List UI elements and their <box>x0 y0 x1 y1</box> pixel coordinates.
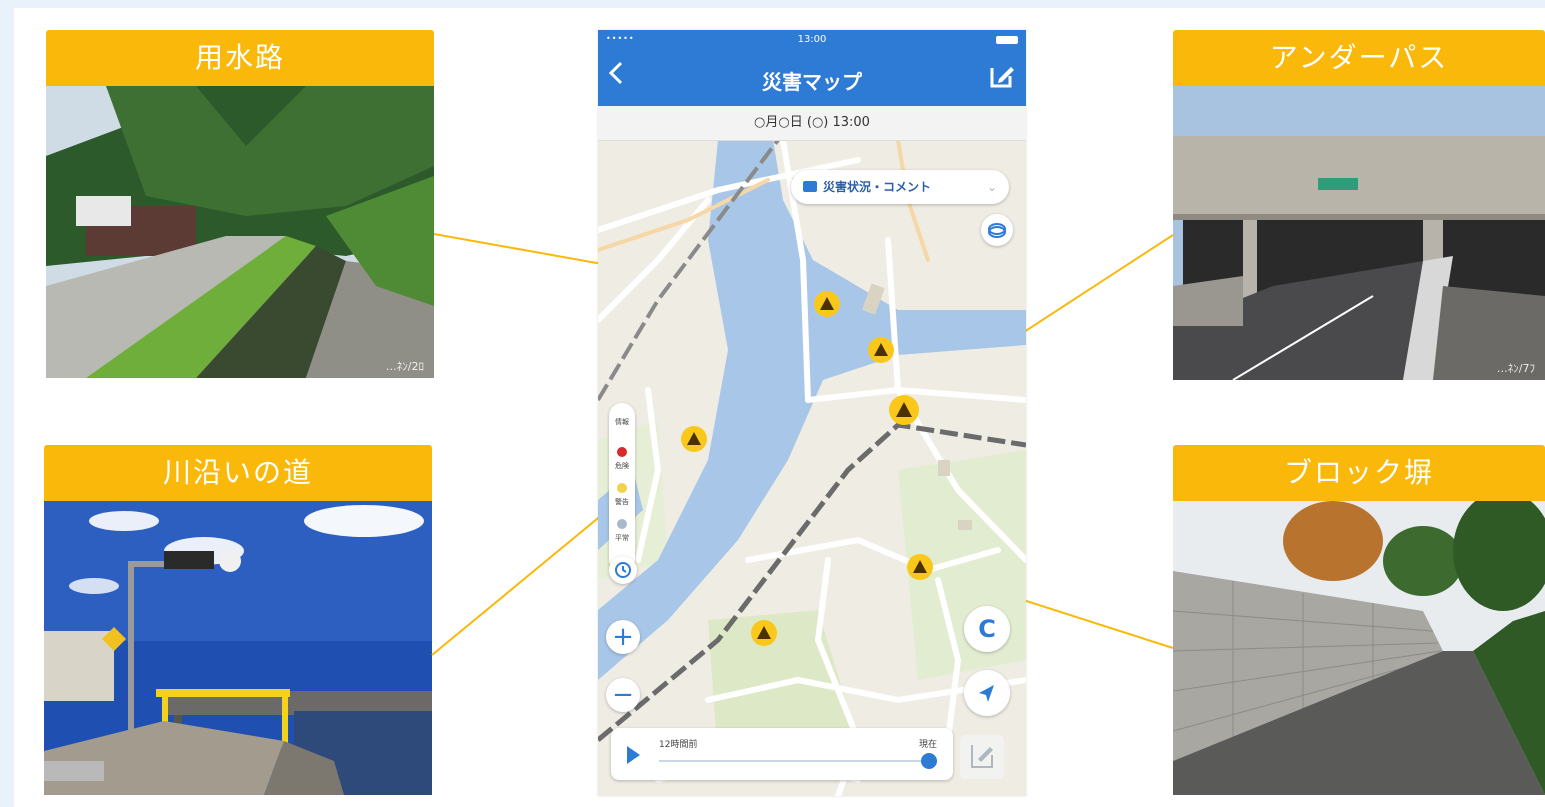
timeline-track[interactable] <box>659 760 929 762</box>
date-time-bar: ○月○日 (○) 13:00 <box>598 106 1026 141</box>
hazard-marker-6[interactable] <box>751 620 777 646</box>
clock-icon <box>615 562 631 578</box>
layers-icon <box>988 223 1006 238</box>
nav-bar: 災害マップ <box>598 50 1026 106</box>
battery-icon <box>996 36 1018 44</box>
legend-header: 情報 <box>615 418 629 426</box>
hazard-marker-underpass[interactable] <box>889 395 919 425</box>
layers-button[interactable] <box>981 214 1013 246</box>
refresh-icon: C <box>978 615 996 643</box>
layer-selector-label: 災害状況・コメント <box>823 180 932 194</box>
comment-icon <box>803 181 817 192</box>
edit-icon <box>990 67 1014 88</box>
risk-legend: 情報 危険 警告 平常 <box>609 403 635 573</box>
refresh-button[interactable]: C <box>964 606 1010 652</box>
plus-icon: + <box>612 622 634 652</box>
timeline-start-label: 12時間前 <box>659 740 698 750</box>
status-bar: ••••• 13:00 <box>598 30 1026 50</box>
nav-title: 災害マップ <box>762 70 862 94</box>
legend-label-warning: 警告 <box>615 498 629 506</box>
chevron-down-icon: ⌄ <box>986 180 997 194</box>
layer-selector-dropdown[interactable]: 災害状況・コメント ⌄ <box>791 170 1009 204</box>
legend-dot-warning <box>617 483 627 493</box>
play-icon[interactable] <box>627 746 640 764</box>
legend-dot-danger <box>617 447 627 457</box>
report-button[interactable] <box>960 735 1004 779</box>
status-time: 13:00 <box>797 34 827 45</box>
phone-disaster-map-app: ••••• 13:00 災害マップ ○月○日 (○) 13:00 災害状況・コメ… <box>598 30 1026 796</box>
history-button[interactable] <box>609 556 637 584</box>
legend-label-normal: 平常 <box>615 534 629 542</box>
zoom-in-button[interactable]: + <box>606 620 640 654</box>
hazard-marker-2[interactable] <box>868 337 894 363</box>
timeline-end-label: 現在 <box>918 740 937 750</box>
hazard-marker-riverside[interactable] <box>681 426 707 452</box>
hazard-marker-irrigation[interactable] <box>814 291 840 317</box>
hazard-marker-block-wall[interactable] <box>907 554 933 580</box>
legend-label-danger: 危険 <box>615 462 629 470</box>
zoom-out-button[interactable]: − <box>606 678 640 712</box>
current-location-button[interactable] <box>964 670 1010 716</box>
disaster-map[interactable] <box>598 137 1026 796</box>
legend-dot-normal <box>617 519 627 529</box>
time-slider-panel: 12時間前 現在 <box>611 728 953 780</box>
minus-icon: − <box>612 680 634 710</box>
report-icon <box>971 745 993 768</box>
location-arrow-icon <box>979 685 994 702</box>
timeline-knob[interactable] <box>921 753 937 769</box>
edit-button[interactable] <box>988 62 1016 94</box>
